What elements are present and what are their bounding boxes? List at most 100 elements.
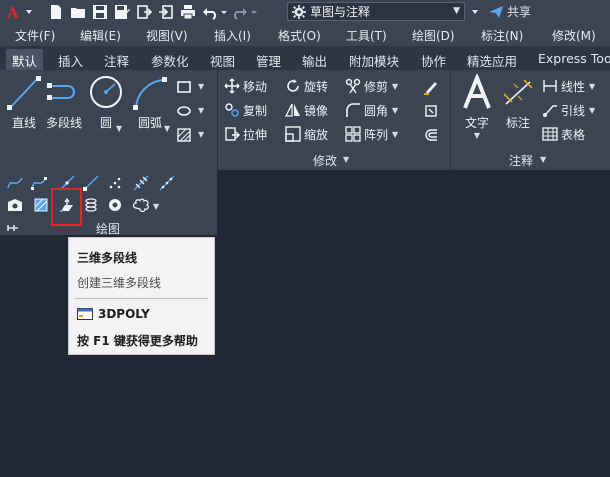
app-menu-caret-icon[interactable] xyxy=(24,2,34,22)
save-icon[interactable] xyxy=(90,2,110,22)
gradient-icon[interactable] xyxy=(32,196,50,214)
array-dropdown-icon[interactable]: ▼ xyxy=(392,130,398,139)
spline-cv-icon[interactable] xyxy=(30,174,48,192)
pin-icon[interactable] xyxy=(4,219,22,237)
leader-button[interactable]: 引线 ▼ xyxy=(542,100,595,120)
menu-tools[interactable]: 工具(T) xyxy=(346,27,387,44)
measure-icon[interactable] xyxy=(158,174,176,192)
menu-modify[interactable]: 修改(M) xyxy=(552,27,596,44)
tab-addins[interactable]: 附加模块 xyxy=(343,49,405,70)
redo-dropdown-icon[interactable] xyxy=(250,2,258,22)
tab-annotate[interactable]: 注释 xyxy=(98,49,135,70)
panel-separator xyxy=(217,70,218,170)
hatch-icon[interactable] xyxy=(175,126,193,144)
tab-express-tools[interactable]: Express Too xyxy=(532,49,610,70)
menu-file[interactable]: 文件(F) xyxy=(15,27,55,44)
undo-dropdown-icon[interactable] xyxy=(220,2,228,22)
menu-insert[interactable]: 插入(I) xyxy=(214,27,251,44)
revision-cloud-dropdown-icon[interactable]: ▼ xyxy=(153,202,159,211)
table-button[interactable]: 表格 xyxy=(542,124,585,144)
move-button[interactable]: 移动 xyxy=(224,76,267,96)
new-file-icon[interactable] xyxy=(46,2,66,22)
divide-icon[interactable] xyxy=(132,174,150,192)
workspace-switcher[interactable]: 草图与注释 ▼ xyxy=(287,2,465,21)
rectangle-icon[interactable] xyxy=(175,78,193,96)
tooltip-description: 创建三维多段线 xyxy=(77,276,162,290)
import-icon[interactable] xyxy=(134,2,154,22)
revision-cloud-icon[interactable] xyxy=(132,196,150,214)
annotation-panel-expand-icon[interactable]: ▼ xyxy=(540,155,546,164)
erase-icon[interactable] xyxy=(422,78,440,96)
ellipse-icon[interactable] xyxy=(175,102,193,120)
multiple-points-icon[interactable] xyxy=(106,174,124,192)
tooltip: 三维多段线 创建三维多段线 3DPOLY 按 F1 键获得更多帮助 xyxy=(68,237,215,355)
trim-dropdown-icon[interactable]: ▼ xyxy=(392,82,398,91)
print-icon[interactable] xyxy=(178,2,198,22)
annotation-panel-title[interactable]: 注释 xyxy=(509,152,533,169)
modify-panel-expand-icon[interactable]: ▼ xyxy=(343,155,349,164)
trim-button[interactable]: 修剪 ▼ xyxy=(345,76,398,96)
helix-icon[interactable] xyxy=(82,196,100,214)
mirror-button[interactable]: 镜像 xyxy=(285,100,328,120)
circle-icon xyxy=(90,76,122,108)
menu-edit[interactable]: 编辑(E) xyxy=(80,27,121,44)
menu-format[interactable]: 格式(O) xyxy=(278,27,321,44)
circle-dropdown-icon[interactable]: ▼ xyxy=(116,124,122,133)
tab-view[interactable]: 视图 xyxy=(204,49,241,70)
move-icon xyxy=(224,78,240,94)
spline-fit-icon[interactable] xyxy=(6,174,24,192)
tab-collaborate[interactable]: 协作 xyxy=(415,49,452,70)
offset-icon[interactable] xyxy=(422,126,440,144)
stretch-label: 拉伸 xyxy=(243,127,268,142)
menu-dimension[interactable]: 标注(N) xyxy=(481,27,523,44)
modify-panel-title[interactable]: 修改 xyxy=(313,152,337,169)
arc-icon xyxy=(133,77,167,110)
ray-icon[interactable] xyxy=(82,174,100,192)
polyline-button[interactable]: 多段线 xyxy=(44,74,84,131)
tab-insert[interactable]: 插入 xyxy=(52,49,89,70)
linear-dimension-button[interactable]: 线性 ▼ xyxy=(542,76,595,96)
command-icon xyxy=(77,308,93,320)
text-button[interactable]: 文字 ▼ xyxy=(460,74,494,140)
app-logo-icon[interactable]: A xyxy=(4,2,24,22)
qat-customize-caret-icon[interactable] xyxy=(470,2,480,22)
arc-dropdown-icon[interactable]: ▼ xyxy=(164,124,170,133)
stretch-button[interactable]: 拉伸 xyxy=(224,124,267,144)
share-label: 共享 xyxy=(507,5,532,19)
hatch-dropdown-icon[interactable]: ▼ xyxy=(198,130,204,139)
undo-icon[interactable] xyxy=(200,2,220,22)
rectangle-dropdown-icon[interactable]: ▼ xyxy=(198,82,204,91)
open-folder-icon[interactable] xyxy=(68,2,88,22)
fillet-dropdown-icon[interactable]: ▼ xyxy=(392,106,398,115)
save-as-icon[interactable] xyxy=(112,2,132,22)
region-icon[interactable] xyxy=(6,196,24,214)
tab-parametric[interactable]: 参数化 xyxy=(145,49,195,70)
tab-featured-apps[interactable]: 精选应用 xyxy=(461,49,523,70)
tooltip-command: 3DPOLY xyxy=(77,307,150,321)
ellipse-dropdown-icon[interactable]: ▼ xyxy=(198,106,204,115)
tab-output[interactable]: 输出 xyxy=(296,49,333,70)
copy-button[interactable]: 复制 xyxy=(224,100,267,120)
explode-icon[interactable] xyxy=(422,102,440,120)
fillet-button[interactable]: 圆角 ▼ xyxy=(345,100,398,120)
text-dropdown-icon[interactable]: ▼ xyxy=(474,131,480,140)
scale-button[interactable]: 缩放 xyxy=(285,124,328,144)
tab-default[interactable]: 默认 xyxy=(6,49,44,70)
arc-button[interactable]: 圆弧 xyxy=(132,74,168,131)
table-label: 表格 xyxy=(561,127,586,142)
export-icon[interactable] xyxy=(156,2,176,22)
circle-button[interactable]: 圆 xyxy=(88,74,124,131)
menu-draw[interactable]: 绘图(D) xyxy=(412,27,455,44)
leader-dropdown-icon[interactable]: ▼ xyxy=(589,106,595,115)
redo-icon[interactable] xyxy=(230,2,250,22)
rotate-button[interactable]: 旋转 xyxy=(285,76,328,96)
linear-dropdown-icon[interactable]: ▼ xyxy=(589,82,595,91)
donut-icon[interactable] xyxy=(106,196,124,214)
draw-panel-title[interactable]: 绘图 xyxy=(96,220,120,237)
menu-view[interactable]: 视图(V) xyxy=(146,27,188,44)
dimension-button[interactable]: 标注 xyxy=(500,74,536,131)
line-button[interactable]: 直线 xyxy=(6,74,42,131)
tab-manage[interactable]: 管理 xyxy=(250,49,287,70)
share-button[interactable]: 共享 xyxy=(488,3,531,20)
array-button[interactable]: 阵列 ▼ xyxy=(345,124,398,144)
